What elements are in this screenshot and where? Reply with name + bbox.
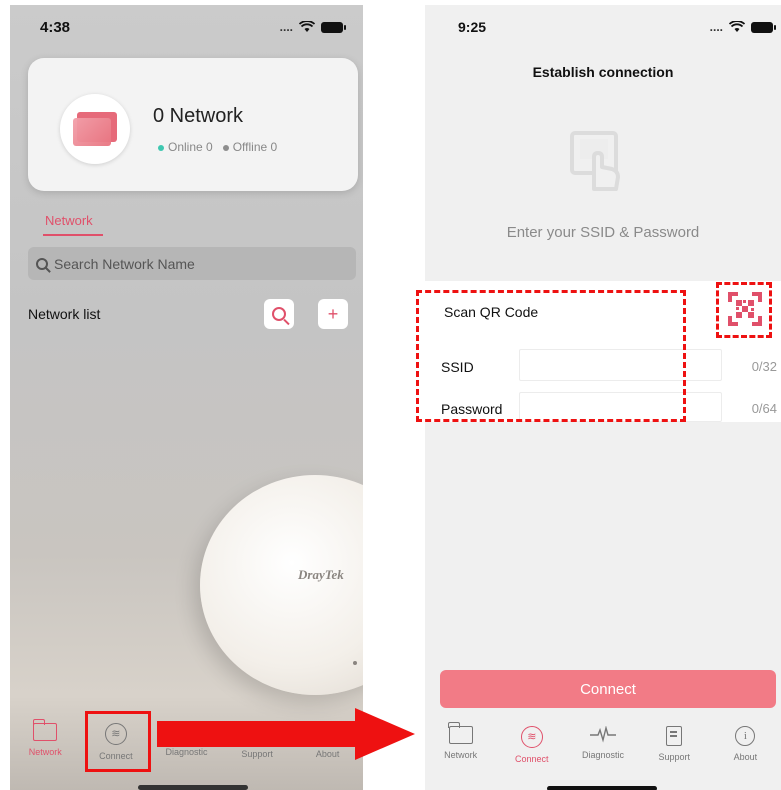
search-network-button[interactable] — [264, 299, 294, 329]
arrow-shaft — [157, 721, 357, 747]
offline-label: Offline 0 — [232, 140, 278, 154]
network-avatar — [60, 94, 130, 164]
page-title: Establish connection — [532, 64, 674, 80]
offline-stat: Offline 0 — [222, 140, 278, 154]
network-list-label: Network list — [28, 306, 101, 322]
connect-button[interactable]: Connect — [440, 670, 776, 708]
tab-label: About — [315, 749, 340, 759]
status-time: 9:25 — [458, 19, 487, 35]
tab-network-bottom[interactable]: Network — [425, 720, 496, 778]
add-network-button[interactable]: + — [318, 299, 348, 329]
tab-about[interactable]: i About — [710, 720, 781, 778]
tab-active-indicator — [43, 234, 103, 236]
left-phone-screen: 4:38 .... 0 Network Online 0 Offline 0 N… — [10, 5, 363, 790]
password-char-counter: 0/64 — [751, 401, 777, 416]
search-input[interactable]: Search Network Name — [28, 247, 356, 280]
online-dot-icon — [158, 144, 164, 151]
search-icon — [272, 307, 286, 321]
online-label: Online 0 — [168, 140, 213, 154]
status-icons: .... — [709, 20, 776, 34]
folder-icon — [73, 112, 117, 146]
ssid-char-counter: 0/32 — [751, 359, 777, 374]
tab-label: Diagnostic — [165, 747, 208, 757]
tab-label: Diagnostic — [581, 750, 625, 760]
tab-label: Network — [28, 747, 62, 757]
pulse-icon — [590, 726, 616, 743]
status-time: 4:38 — [40, 18, 71, 36]
device-brand-logo: DrayTek — [298, 567, 344, 582]
bottom-tab-bar: Network ≋ Connect Diagnostic Support i A… — [425, 720, 781, 778]
wifi-icon: ≋ — [520, 726, 543, 748]
plus-icon: + — [327, 303, 339, 324]
stage: 4:38 .... 0 Network Online 0 Offline 0 N… — [0, 0, 781, 790]
tab-label: Network — [444, 750, 478, 760]
connect-tab-highlight-box — [85, 711, 151, 772]
tab-label: Support — [241, 749, 273, 759]
signal-icon: .... — [279, 20, 293, 34]
folder-icon — [447, 722, 473, 744]
status-bar: 9:25 .... — [425, 5, 781, 49]
router-device-image — [200, 475, 363, 695]
folder-icon — [32, 719, 58, 741]
network-status-stats: Online 0 Offline 0 — [158, 140, 277, 154]
tab-label: Support — [658, 752, 690, 762]
tab-support[interactable]: Support — [639, 720, 710, 778]
home-indicator — [547, 786, 657, 790]
network-summary-card[interactable]: 0 Network Online 0 Offline 0 — [28, 58, 358, 191]
tab-label: About — [733, 752, 758, 762]
info-icon: i — [735, 726, 756, 746]
wifi-status-icon — [729, 21, 745, 32]
status-bar: 4:38 .... — [10, 5, 363, 49]
battery-icon — [751, 21, 776, 33]
signal-icon: .... — [709, 20, 723, 34]
tab-label: Connect — [515, 754, 549, 764]
search-icon — [36, 257, 48, 270]
tab-network-bottom[interactable]: Network — [10, 717, 81, 777]
page-subtitle: Enter your SSID & Password — [506, 224, 700, 241]
arrow-right-icon — [355, 708, 415, 760]
tab-connect[interactable]: ≋ Connect — [496, 720, 567, 778]
battery-icon — [321, 21, 346, 33]
network-count-title: 0 Network — [153, 105, 244, 127]
wifi-status-icon — [299, 21, 315, 32]
credentials-highlight-box — [416, 290, 686, 422]
device-led — [353, 661, 357, 665]
offline-dot-icon — [222, 144, 229, 151]
tab-network[interactable]: Network — [45, 213, 93, 228]
search-placeholder: Search Network Name — [54, 255, 195, 272]
tap-hand-icon — [570, 131, 620, 191]
home-indicator — [138, 785, 248, 790]
status-icons: .... — [279, 20, 346, 34]
qr-highlight-box — [716, 282, 772, 338]
tab-diagnostic[interactable]: Diagnostic — [567, 720, 638, 778]
online-stat: Online 0 — [158, 140, 213, 154]
document-icon — [666, 726, 683, 746]
